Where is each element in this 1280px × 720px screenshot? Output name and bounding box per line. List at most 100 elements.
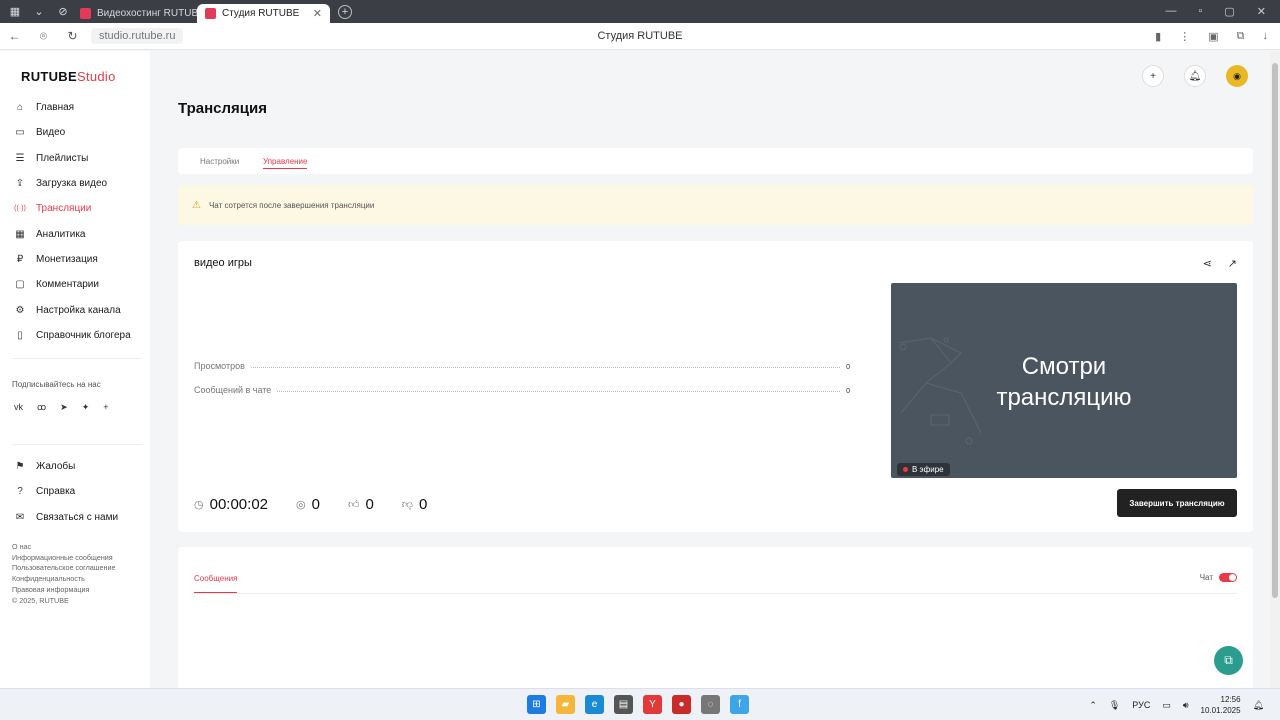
footer-link-legal[interactable]: Правовая информация	[12, 585, 116, 596]
app-icon[interactable]: f	[730, 695, 749, 714]
sidebar-item-label: Связаться с нами	[36, 511, 119, 523]
comments-icon: ▢	[15, 279, 25, 291]
maximize-icon[interactable]: ▢	[1224, 5, 1234, 18]
url-field[interactable]: studio.rutube.ru	[91, 28, 184, 44]
sidebar-item-comments[interactable]: ▢ Комментарии	[0, 272, 150, 297]
reload-icon[interactable]: ↻	[58, 29, 87, 43]
microphone-icon[interactable]: 🎙︎	[1109, 700, 1120, 711]
browser-tab-active[interactable]: Студия RUTUBE ✕	[197, 4, 330, 23]
app-icon[interactable]: ◌	[701, 695, 720, 714]
stream-preview[interactable]: Смотри трансляцию В эфире	[891, 283, 1237, 478]
book-icon: ▯	[17, 329, 23, 341]
more-icon[interactable]: ⋮	[1179, 30, 1190, 43]
scrollbar[interactable]	[1270, 51, 1280, 688]
browser-tab[interactable]: Видеохостинг RUTUBE. С	[72, 4, 197, 23]
network-icon[interactable]: ▭	[1162, 700, 1171, 711]
sidebar-item-contact[interactable]: ✉ Связаться с нами	[0, 505, 150, 530]
dislikes-value: 0	[418, 496, 428, 513]
dotted-leader	[250, 367, 841, 368]
sidebar-item-label: Видео	[36, 127, 66, 139]
more-socials-icon[interactable]: +	[103, 402, 108, 413]
share-icon[interactable]: ⋖	[1203, 257, 1212, 270]
store-icon[interactable]: ▤	[614, 695, 633, 714]
tab-list-icon[interactable]: ⌄	[30, 3, 48, 21]
divider	[194, 593, 1237, 594]
collections-icon[interactable]: ⧉	[1237, 30, 1245, 43]
sidebar-item-label: Загрузка видео	[36, 178, 108, 190]
sidebar-item-label: Настройка канала	[36, 304, 121, 316]
new-tab-button[interactable]: +	[338, 4, 352, 19]
edge-icon[interactable]: e	[585, 695, 604, 714]
input-language[interactable]: РУС	[1132, 700, 1150, 710]
back-icon[interactable]: ←	[0, 29, 29, 43]
footer-link-terms[interactable]: Пользовательское соглашение	[12, 563, 116, 574]
dotted-leader	[277, 391, 841, 392]
footer-link-info[interactable]: Информационные сообщения	[12, 553, 116, 564]
sidebar-item-home[interactable]: ⌂ Главная	[0, 95, 150, 120]
ok-icon[interactable]: ꝏ	[37, 402, 46, 413]
volume-icon[interactable]: 🔊︎	[1183, 700, 1189, 711]
sidebar-item-monetization[interactable]: ₽ Монетизация	[0, 247, 150, 272]
windows-start-icon[interactable]: ⊞	[527, 695, 546, 714]
scrollbar-thumb[interactable]	[1272, 63, 1278, 598]
browser-menu-icon[interactable]: ▦	[6, 3, 24, 21]
chat-toggle-switch[interactable]	[1219, 573, 1237, 582]
file-explorer-icon[interactable]: ▰	[556, 695, 575, 714]
divider	[12, 358, 142, 359]
close-window-icon[interactable]: ✕	[1257, 5, 1266, 18]
sidebar-item-playlists[interactable]: ☰ Плейлисты	[0, 146, 150, 171]
close-tab-icon[interactable]: ✕	[313, 7, 322, 20]
sidebar-item-help[interactable]: ? Справка	[0, 479, 150, 504]
clock[interactable]: 12:56 10.01.2025	[1201, 694, 1241, 716]
chat-warning-banner: ⚠ Чат сотрется после завершения трансляц…	[178, 185, 1253, 225]
open-external-icon[interactable]: ↗	[1228, 257, 1237, 270]
sidebar-secondary-nav: ⚑ Жалобы ? Справка ✉ Связаться с нами	[0, 454, 150, 530]
chat-toggle-label: Чат	[1199, 573, 1213, 582]
sidebar-item-blogger-guide[interactable]: ▯ Справочник блогера	[0, 323, 150, 348]
logo[interactable]: RUTUBEStudio	[21, 69, 116, 84]
recorder-icon[interactable]: ●	[672, 695, 691, 714]
notifications-icon[interactable]: 🔔︎	[1253, 700, 1264, 711]
support-chat-icon[interactable]: ⧉	[1214, 646, 1243, 675]
tab-management[interactable]: Управление	[263, 157, 308, 169]
rutube-favicon-icon	[80, 8, 91, 19]
tab-settings[interactable]: Настройки	[200, 157, 239, 166]
end-stream-button[interactable]: Завершить трансляцию	[1117, 489, 1237, 517]
restore-icon[interactable]: ▫	[1198, 5, 1202, 18]
vk-icon[interactable]: vk	[14, 402, 23, 413]
browser-home-icon[interactable]: ⌾	[29, 29, 58, 44]
clock-date: 10.01.2025	[1200, 706, 1241, 715]
likes-counter: 👍︎ 0	[348, 496, 374, 513]
bell-icon[interactable]: 🔔︎	[1184, 65, 1206, 87]
avatar[interactable]: ◉	[1226, 65, 1248, 87]
add-content-icon[interactable]: +	[1142, 65, 1164, 87]
analytics-icon: ▦	[15, 228, 25, 240]
download-icon[interactable]: ↓	[1263, 30, 1269, 43]
yandex-browser-icon[interactable]: Y	[643, 695, 662, 714]
stat-label: Сообщений в чате	[194, 385, 272, 395]
sidebar-item-video[interactable]: ▭ Видео	[0, 120, 150, 145]
extension-icon[interactable]: ▣	[1208, 30, 1218, 43]
viewers-icon: ◎	[296, 499, 306, 511]
viewers-counter: ◎ 0	[296, 496, 320, 513]
chat-toggle[interactable]: Чат	[1200, 573, 1237, 582]
tab-messages[interactable]: Сообщения	[194, 574, 238, 593]
sidebar-item-label: Монетизация	[36, 253, 98, 265]
telegram-icon[interactable]: ➤	[60, 402, 68, 413]
dzen-icon[interactable]: ✦	[82, 402, 90, 413]
tray-expand-icon[interactable]: ⌃	[1089, 700, 1097, 711]
sidebar-item-label: Трансляции	[36, 203, 92, 215]
sidebar-item-channel-settings[interactable]: ⚙ Настройка канала	[0, 297, 150, 322]
sidebar-item-analytics[interactable]: ▦ Аналитика	[0, 221, 150, 246]
bookmark-icon[interactable]: ▮	[1155, 30, 1161, 43]
clock-time: 12:56	[1220, 695, 1241, 704]
minimize-icon[interactable]: —	[1165, 5, 1176, 18]
studio-favicon-icon	[205, 8, 216, 19]
sidebar-item-broadcasts[interactable]: ((·)) Трансляции	[0, 196, 150, 221]
pinned-tab-icon[interactable]: ⊘	[54, 3, 72, 21]
footer-link-about[interactable]: О нас	[12, 542, 116, 553]
footer-link-privacy[interactable]: Конфиденциальность	[12, 574, 116, 585]
sidebar-item-complaints[interactable]: ⚑ Жалобы	[0, 454, 150, 479]
playlist-icon: ☰	[15, 152, 25, 164]
sidebar-item-upload[interactable]: ⇪ Загрузка видео	[0, 171, 150, 196]
